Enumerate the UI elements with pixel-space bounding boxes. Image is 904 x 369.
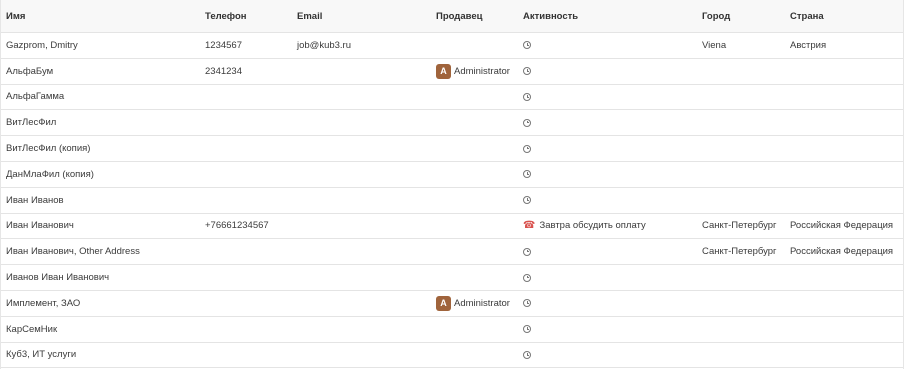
contact-phone: 1234567	[205, 39, 242, 51]
contact-name-link[interactable]: Имплемент, ЗАО	[6, 291, 80, 316]
activity-text[interactable]: Завтра обсудить оплату	[539, 220, 645, 231]
activity-info[interactable]	[523, 170, 531, 179]
clock-icon[interactable]	[523, 144, 531, 153]
contact-name-link[interactable]: ВитЛесФил (копия)	[6, 136, 90, 161]
clock-icon[interactable]	[523, 273, 531, 282]
avatar: A	[436, 295, 451, 311]
activity-cell	[523, 110, 531, 135]
column-header-phone[interactable]: Телефон	[205, 0, 247, 32]
clock-icon[interactable]	[523, 247, 531, 256]
activity-info[interactable]: ☎ Завтра обсудить оплату	[523, 220, 646, 231]
activity-cell	[523, 136, 531, 161]
seller-name: Administrator	[454, 297, 510, 309]
clock-icon[interactable]	[523, 299, 531, 308]
clock-icon[interactable]	[523, 325, 531, 334]
column-header-city[interactable]: Город	[702, 0, 730, 32]
activity-cell	[523, 291, 531, 316]
phone-icon[interactable]: ☎	[523, 220, 535, 231]
contact-name-link[interactable]: Иван Иванович	[6, 214, 74, 239]
contact-name-link[interactable]: Куб3, ИТ услуги	[6, 343, 76, 368]
contact-name-link[interactable]: КарСемНик	[6, 317, 57, 342]
activity-info[interactable]	[523, 92, 531, 101]
table-row[interactable]: Иван Иванов	[1, 187, 903, 214]
contact-name-link[interactable]: АльфаГамма	[6, 85, 64, 110]
activity-info[interactable]	[523, 67, 531, 76]
table-row[interactable]: Имплемент, ЗАО A Administrator	[1, 291, 903, 317]
avatar: A	[436, 63, 451, 79]
contact-city: Санкт-Петербург	[702, 220, 777, 232]
clock-icon[interactable]	[523, 92, 531, 101]
table-row[interactable]: Куб3, ИТ услуги	[1, 342, 903, 369]
table-row[interactable]: ДанМлаФил (копия)	[1, 162, 903, 188]
table-row[interactable]: АльфаГамма	[1, 84, 903, 111]
contact-phone: +76661234567	[205, 220, 269, 232]
contact-country: Российская Федерация	[790, 246, 894, 258]
contact-name-link[interactable]: Иванов Иван Иванович	[6, 265, 109, 290]
activity-info[interactable]	[523, 196, 531, 205]
column-header-activity[interactable]: Активность	[523, 0, 578, 32]
activity-cell	[523, 59, 531, 84]
contact-city: Viena	[702, 39, 727, 51]
seller-name: Administrator	[454, 65, 510, 77]
clock-icon[interactable]	[523, 170, 531, 179]
activity-info[interactable]	[523, 247, 531, 256]
contact-name-link[interactable]: ДанМлаФил (копия)	[6, 162, 94, 187]
activity-info[interactable]	[523, 41, 531, 50]
activity-cell	[523, 239, 531, 264]
table-row[interactable]: Иван Иванович +76661234567 ☎ Завтра обсудит…	[1, 213, 903, 240]
activity-info[interactable]	[523, 144, 531, 153]
activity-info[interactable]	[523, 273, 531, 282]
contact-name-link[interactable]: Иван Иванович, Other Address	[6, 239, 140, 264]
activity-info[interactable]	[523, 299, 531, 308]
table-row[interactable]: Иванов Иван Иванович	[1, 265, 903, 291]
table-row[interactable]: ВитЛесФил (копия)	[1, 136, 903, 162]
contact-phone: 2341234	[205, 65, 242, 77]
clock-icon[interactable]	[523, 67, 531, 76]
clock-icon[interactable]	[523, 196, 531, 205]
table-row[interactable]: КарСемНик	[1, 316, 903, 343]
column-header-country[interactable]: Страна	[790, 0, 824, 32]
clock-icon[interactable]	[523, 118, 531, 127]
activity-cell: ☎ Завтра обсудить оплату	[523, 214, 646, 239]
contact-name-link[interactable]: АльфаБум	[6, 59, 53, 84]
contact-email: job@kub3.ru	[297, 39, 352, 51]
table-row[interactable]: Иван Иванович, Other Address Санкт-Петерб…	[1, 239, 903, 266]
table-row[interactable]: АльфаБум 2341234 A Administrator	[1, 58, 903, 85]
activity-cell	[523, 162, 531, 187]
activity-info[interactable]	[523, 350, 531, 359]
contact-name-link[interactable]: ВитЛесФил	[6, 110, 56, 135]
seller-cell: A Administrator	[436, 59, 510, 84]
contact-name-link[interactable]: Gazprom, Dmitry	[6, 33, 78, 58]
contact-country: Австрия	[790, 39, 827, 51]
activity-cell	[523, 33, 531, 58]
activity-info[interactable]	[523, 118, 531, 127]
table-row[interactable]: Gazprom, Dmitry 1234567 job@kub3.ru Viena Ав…	[1, 33, 903, 59]
activity-cell	[523, 265, 531, 290]
contacts-table: Имя Телефон Email Продавец Активность Го…	[0, 0, 904, 369]
seller-info[interactable]: A Administrator	[436, 63, 510, 79]
table-header: Имя Телефон Email Продавец Активность Го…	[1, 0, 903, 33]
seller-cell: A Administrator	[436, 291, 510, 316]
column-header-name[interactable]: Имя	[6, 0, 25, 32]
contact-city: Санкт-Петербург	[702, 246, 777, 258]
clock-icon[interactable]	[523, 350, 531, 359]
activity-cell	[523, 343, 531, 368]
table-row[interactable]: ВитЛесФил	[1, 110, 903, 137]
activity-cell	[523, 188, 531, 213]
column-header-seller[interactable]: Продавец	[436, 0, 482, 32]
column-header-email[interactable]: Email	[297, 0, 322, 32]
seller-info[interactable]: A Administrator	[436, 295, 510, 311]
activity-cell	[523, 85, 531, 110]
activity-info[interactable]	[523, 325, 531, 334]
contact-country: Российская Федерация	[790, 220, 894, 232]
contact-name-link[interactable]: Иван Иванов	[6, 188, 64, 213]
activity-cell	[523, 317, 531, 342]
clock-icon[interactable]	[523, 41, 531, 50]
